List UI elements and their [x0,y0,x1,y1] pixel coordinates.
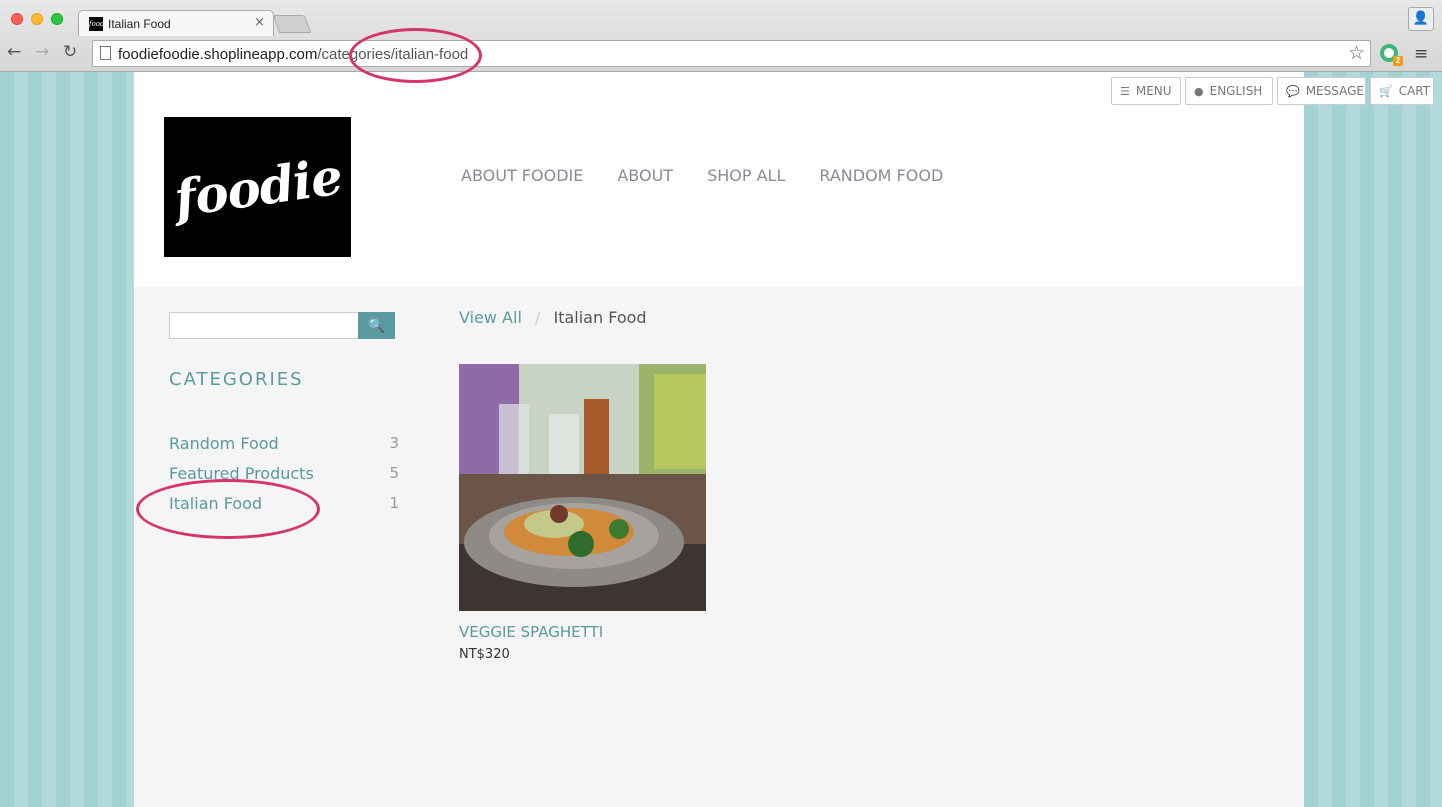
site-header: ☰ MENU ● ENGLISH 💬 MESSAGE 🛒 CART foodie… [134,72,1434,287]
category-name[interactable]: Random Food [169,434,279,453]
tab-title: Italian Food [108,17,171,31]
menu-button-label: MENU [1135,84,1172,98]
hamburger-icon: ☰ [1120,84,1130,98]
breadcrumb-separator: / [534,308,541,327]
nav-shop-all[interactable]: SHOP ALL [707,166,785,185]
reload-icon[interactable]: ↻ [63,42,77,62]
favicon-icon: foodie [89,17,111,31]
maximize-window-button[interactable] [51,13,63,25]
product-price: NT$320 [459,647,510,662]
browser-tab[interactable]: foodie Italian Food × [78,10,274,36]
address-bar[interactable]: foodiefoodie.shoplineapp.com/categories/… [92,40,1371,67]
spaghetti-photo [459,364,706,611]
product-image[interactable] [459,364,706,611]
category-count: 3 [389,434,399,452]
extension-badge: 2 [1393,56,1403,66]
breadcrumb: View All / Italian Food [459,308,647,327]
search-icon: 🔍 [367,317,386,334]
product-name[interactable]: VEGGIE SPAGHETTI [459,623,603,641]
category-item-random-food[interactable]: Random Food 3 [169,428,399,458]
search-button[interactable]: 🔍 [358,312,395,339]
site-logo[interactable]: foodie [164,117,351,257]
annotation-circle-category [136,479,320,539]
annotation-circle-url [349,28,482,83]
categories-heading: CATEGORIES [169,369,304,390]
nav-about[interactable]: ABOUT [617,166,673,185]
category-count: 5 [389,464,399,482]
language-button[interactable]: ● ENGLISH [1185,77,1273,105]
forward-arrow-icon[interactable]: → [35,42,49,62]
background-stripes-right [1304,72,1442,807]
message-button[interactable]: 💬 MESSAGE [1277,77,1366,105]
minimize-window-button[interactable] [31,13,43,25]
browser-chrome: foodie Italian Food × 👤 ← → ↻ foodiefood… [0,0,1442,72]
new-tab-button[interactable] [272,15,312,33]
close-window-button[interactable] [11,13,23,25]
url-host: foodiefoodie.shoplineapp.com [118,46,318,63]
back-arrow-icon[interactable]: ← [7,42,21,62]
chat-bubble-icon: 💬 [1286,84,1300,98]
nav-about-foodie[interactable]: ABOUT FOODIE [461,166,583,185]
nav-random-food[interactable]: RANDOM FOOD [819,166,943,185]
background-stripes-left [0,72,134,807]
main-navigation: ABOUT FOODIE ABOUT SHOP ALL RANDOM FOOD [461,166,943,185]
category-count: 1 [389,494,399,512]
message-button-label: MESSAGE [1305,84,1364,98]
globe-icon: ● [1194,84,1204,98]
search-input[interactable] [169,312,359,339]
language-button-label: ENGLISH [1209,84,1263,98]
menu-button[interactable]: ☰ MENU [1111,77,1181,105]
tab-close-icon[interactable]: × [254,15,265,30]
cart-icon: 🛒 [1379,84,1393,98]
profile-icon[interactable]: 👤 [1408,7,1434,31]
page-icon [100,46,111,60]
logo-text: foodie [170,146,345,228]
cart-button[interactable]: 🛒 CART [1370,77,1434,105]
browser-menu-icon[interactable]: ≡ [1414,44,1428,64]
breadcrumb-current: Italian Food [553,308,647,327]
cart-button-label: CART [1398,84,1431,98]
page-content: ☰ MENU ● ENGLISH 💬 MESSAGE 🛒 CART foodie… [134,72,1434,807]
breadcrumb-view-all[interactable]: View All [459,308,522,327]
bookmark-star-icon[interactable]: ☆ [1348,42,1365,64]
